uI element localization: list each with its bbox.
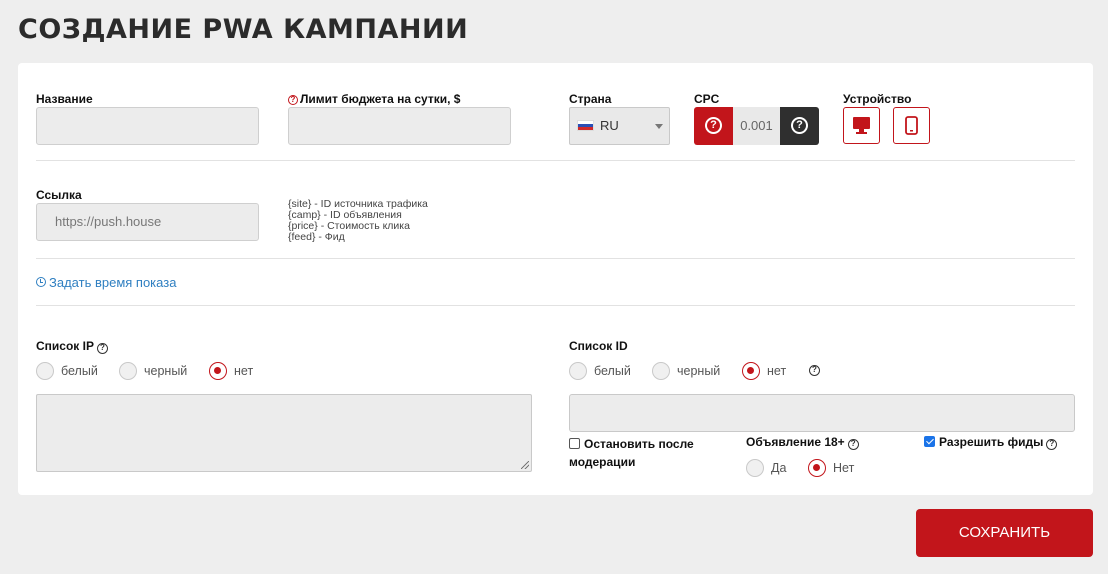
- radio-circle: [746, 459, 764, 477]
- stop-after-moderation-checkbox[interactable]: Остановить после модерации: [569, 435, 694, 471]
- help-icon[interactable]: ?: [1046, 439, 1058, 450]
- budget-label-wrap: ? Лимит бюджета на сутки, $: [288, 92, 460, 106]
- adult-label: Объявление 18+: [746, 435, 845, 449]
- ip-radio-white[interactable]: белый: [36, 362, 98, 380]
- id-list-label: Список ID: [569, 339, 628, 353]
- id-list-input[interactable]: [569, 394, 1075, 432]
- macro-hints: {site} - ID источника трафика {camp} - I…: [288, 199, 428, 243]
- ip-radio-none[interactable]: нет: [209, 362, 253, 380]
- id-radio-white[interactable]: белый: [569, 362, 631, 380]
- radio-label: нет: [767, 364, 787, 378]
- link-input[interactable]: https://push.house: [36, 203, 259, 241]
- country-label: Страна: [569, 92, 612, 106]
- help-icon[interactable]: ?: [809, 365, 820, 376]
- country-select[interactable]: RU: [569, 107, 670, 145]
- ip-list-label: Список IP: [36, 339, 94, 353]
- id-radio-black[interactable]: черный: [652, 362, 720, 380]
- ip-list-label-wrap: Список IP?: [36, 339, 108, 354]
- help-icon[interactable]: ?: [847, 439, 859, 450]
- radio-label: черный: [677, 364, 721, 378]
- budget-label: Лимит бюджета на сутки, $: [300, 92, 461, 106]
- radio-label: белый: [594, 364, 631, 378]
- resize-handle[interactable]: [521, 461, 529, 469]
- page-title: СОЗДАНИЕ PWA КАМПАНИИ: [18, 14, 469, 45]
- divider: [36, 160, 1075, 161]
- cpc-label: CPC: [694, 92, 720, 106]
- radio-label: нет: [234, 364, 254, 378]
- russia-flag-icon: [577, 120, 594, 131]
- schedule-link-label: Задать время показа: [49, 275, 177, 290]
- radio-label: черный: [144, 364, 188, 378]
- question-icon: ?: [791, 117, 808, 134]
- ip-list-textarea[interactable]: [36, 394, 532, 472]
- country-value: RU: [600, 118, 619, 133]
- device-label: Устройство: [843, 92, 912, 106]
- radio-label: белый: [61, 364, 98, 378]
- campaign-form: Название ? Лимит бюджета на сутки, $ Стра…: [18, 63, 1093, 495]
- help-icon[interactable]: ?: [96, 343, 108, 354]
- divider: [36, 305, 1075, 306]
- stop-label-line2: модерации: [569, 455, 636, 469]
- allow-feeds-checkbox[interactable]: Разрешить фиды?: [924, 435, 1058, 450]
- allow-feeds-label: Разрешить фиды: [939, 435, 1044, 449]
- schedule-link[interactable]: Задать время показа: [36, 275, 176, 290]
- adult-radio-no[interactable]: Нет: [808, 459, 854, 477]
- radio-circle: [119, 362, 137, 380]
- adult-radio-yes[interactable]: Да: [746, 459, 786, 477]
- budget-input[interactable]: [288, 107, 511, 145]
- name-input[interactable]: [36, 107, 259, 145]
- desktop-icon: [852, 116, 870, 134]
- checkbox: [569, 438, 580, 449]
- radio-circle-selected: [808, 459, 826, 477]
- radio-circle: [652, 362, 670, 380]
- name-label: Название: [36, 92, 93, 106]
- save-button[interactable]: СОХРАНИТЬ: [916, 509, 1093, 557]
- cpc-help-button[interactable]: ?: [694, 107, 733, 145]
- divider: [36, 258, 1075, 259]
- checkbox-checked: [924, 436, 935, 447]
- radio-circle: [569, 362, 587, 380]
- mobile-device-button[interactable]: [893, 107, 930, 144]
- mobile-icon: [904, 115, 918, 135]
- id-radio-none[interactable]: нет: [742, 362, 786, 380]
- radio-label: Нет: [833, 461, 855, 475]
- cpc-input[interactable]: 0.001: [733, 107, 780, 145]
- desktop-device-button[interactable]: [843, 107, 880, 144]
- chevron-down-icon: [655, 124, 663, 129]
- question-icon: ?: [705, 117, 722, 134]
- radio-circle-selected: [209, 362, 227, 380]
- stop-label-line1: Остановить после: [584, 437, 694, 451]
- adult-label-wrap: Объявление 18+?: [746, 435, 859, 450]
- radio-circle-selected: [742, 362, 760, 380]
- macro-hint: {feed} - Фид: [288, 231, 345, 243]
- radio-label: Да: [771, 461, 787, 475]
- link-label: Ссылка: [36, 188, 82, 202]
- radio-circle: [36, 362, 54, 380]
- clock-icon: [36, 277, 46, 287]
- ip-radio-black[interactable]: черный: [119, 362, 187, 380]
- cpc-info-button[interactable]: ?: [780, 107, 819, 145]
- help-icon[interactable]: ?: [288, 95, 298, 105]
